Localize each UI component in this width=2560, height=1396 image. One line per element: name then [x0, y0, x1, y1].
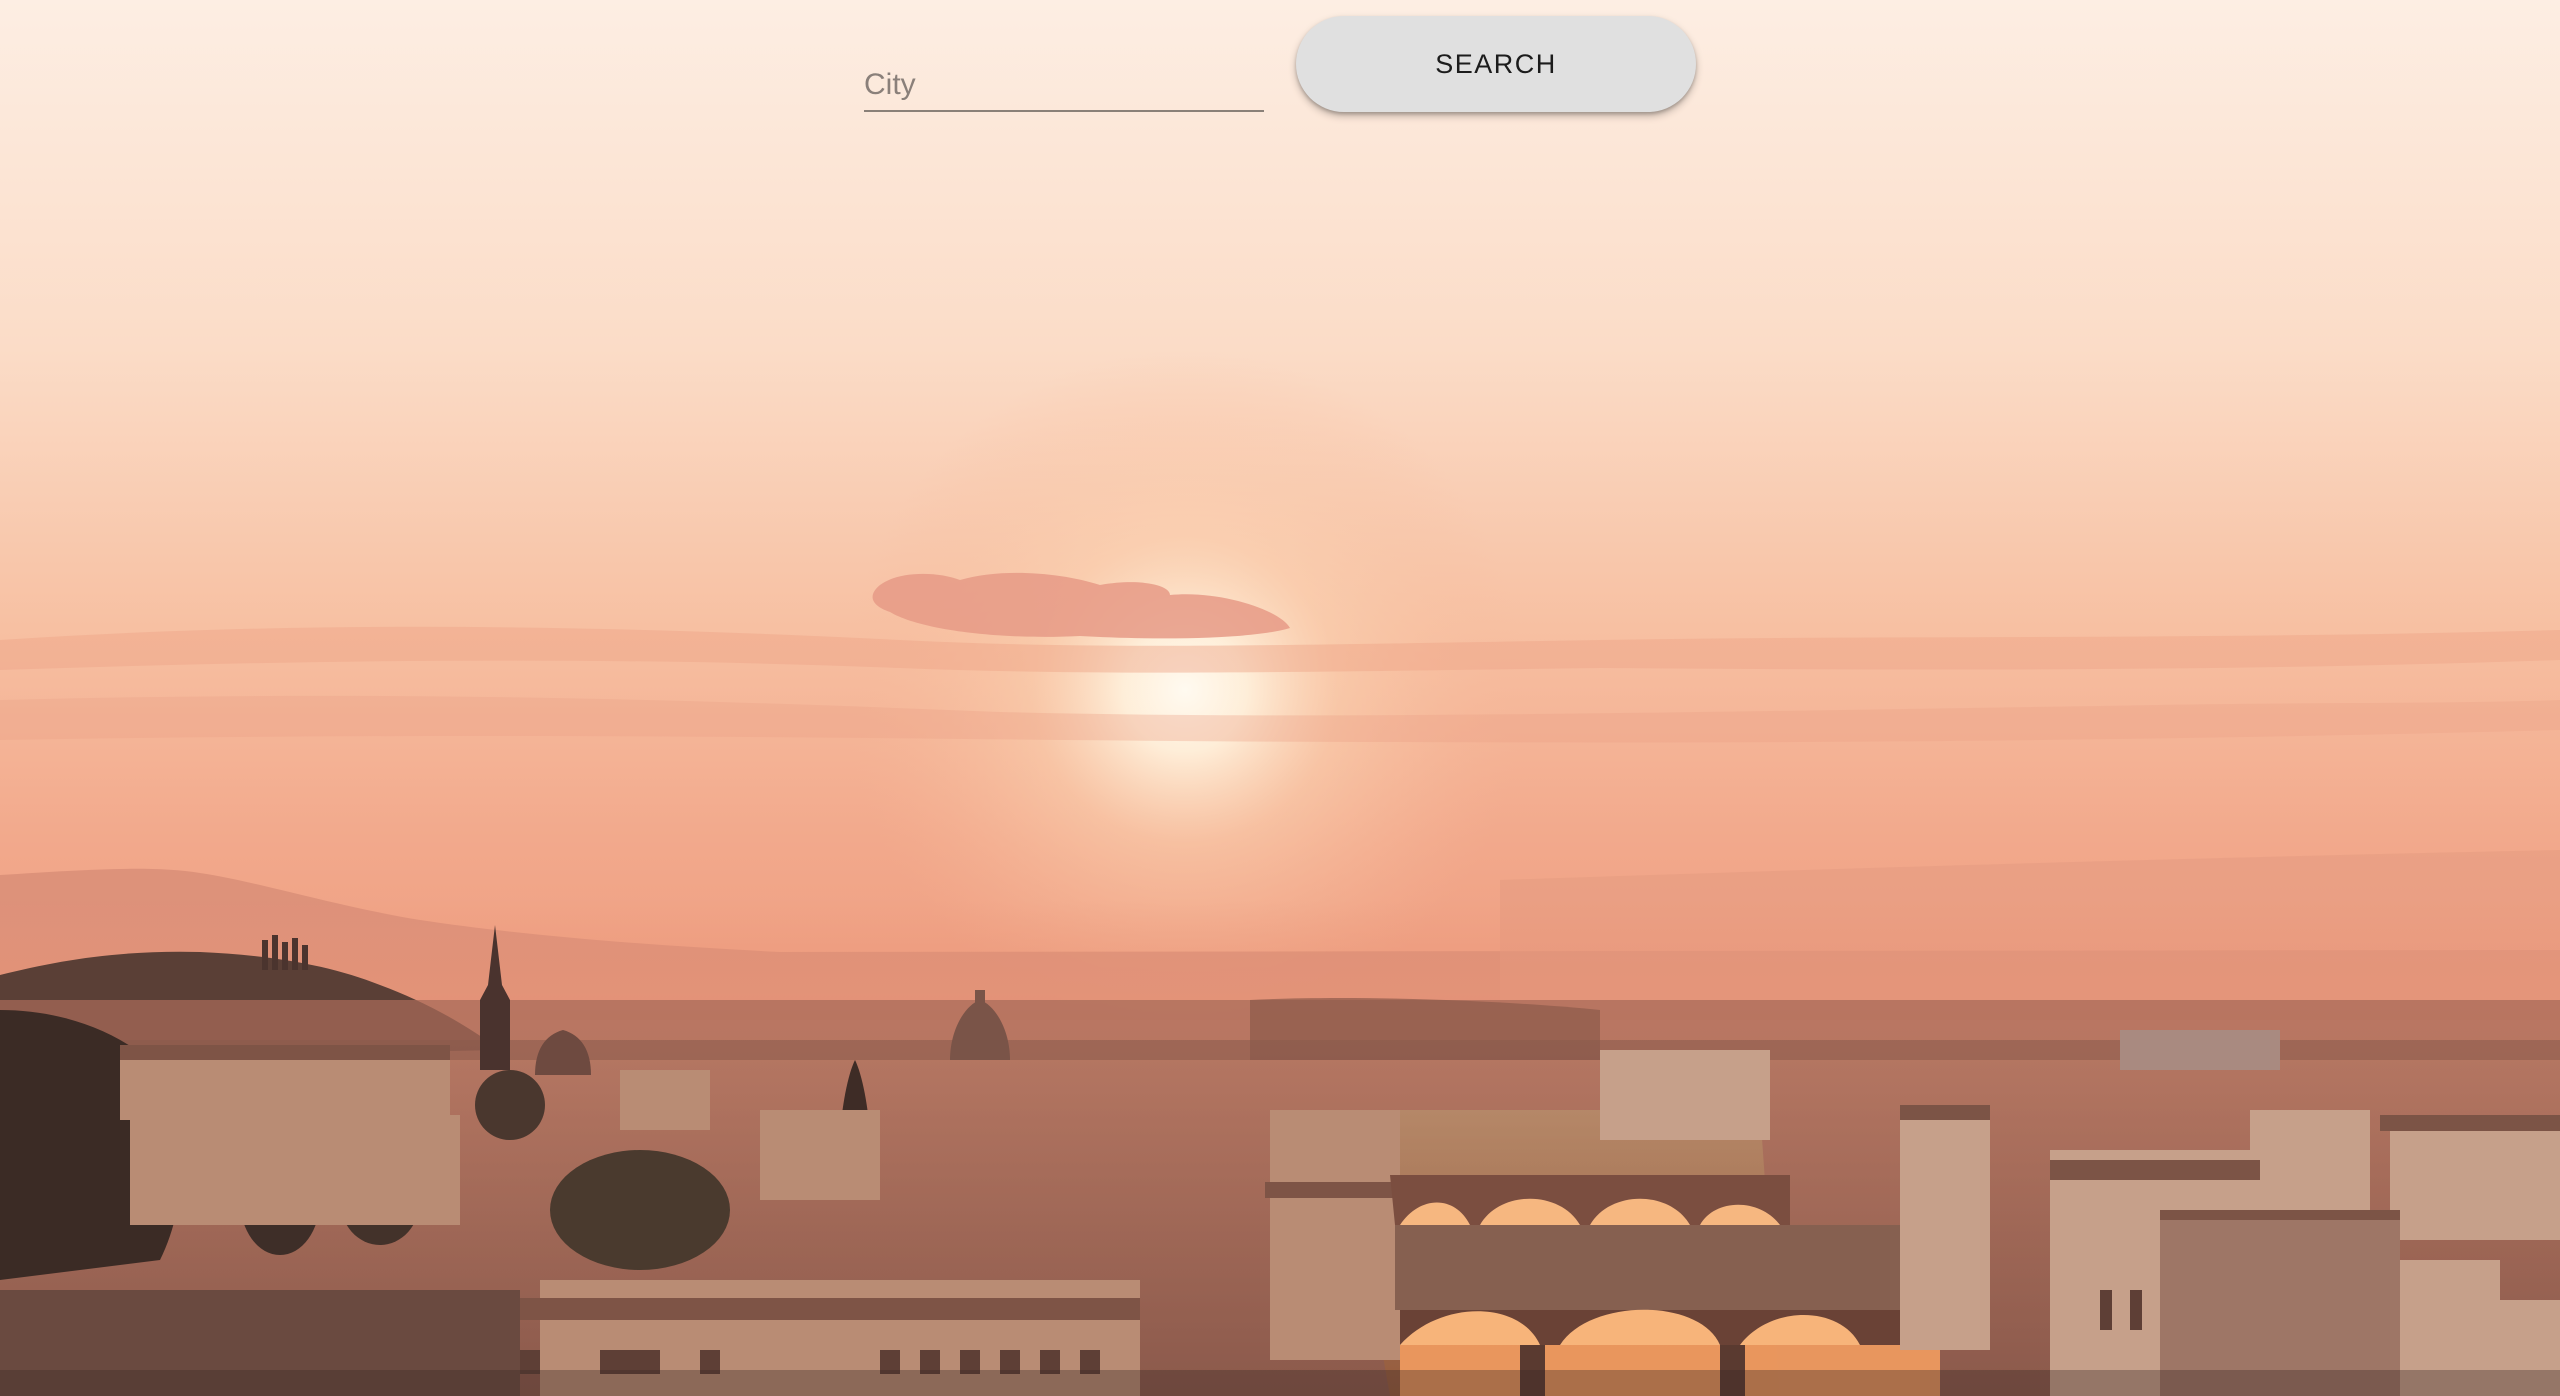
city-field [864, 54, 1264, 126]
app-root: SEARCH [0, 0, 2560, 1396]
search-button[interactable]: SEARCH [1296, 16, 1696, 112]
search-bar: SEARCH [864, 14, 1696, 114]
background-photo-florence-sunset [0, 0, 2560, 1396]
city-input[interactable] [864, 54, 1264, 112]
